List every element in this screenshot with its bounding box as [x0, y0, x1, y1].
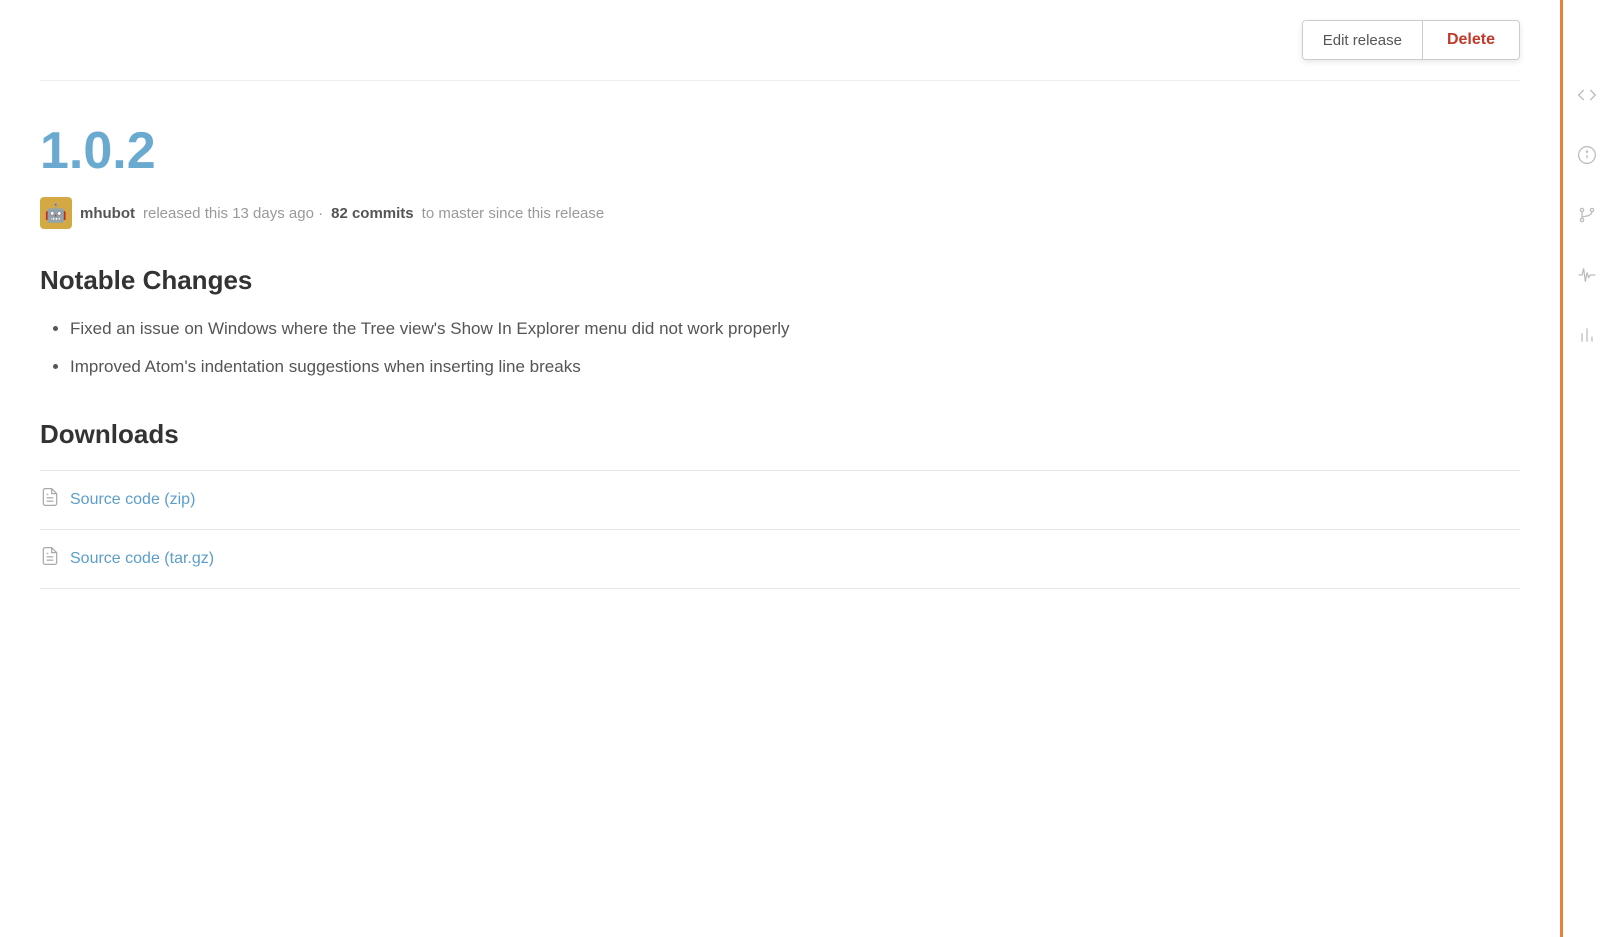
- action-buttons-group: Edit release Delete: [1302, 20, 1520, 60]
- list-item: Improved Atom's indentation suggestions …: [70, 354, 1520, 380]
- delete-button[interactable]: Delete: [1423, 21, 1519, 59]
- release-meta: 🤖 mhubot released this 13 days ago · 82 …: [40, 197, 1520, 229]
- download-zip-suffix: (zip): [160, 491, 196, 508]
- username[interactable]: mhubot: [80, 205, 135, 222]
- file-icon-2: [40, 546, 60, 572]
- downloads-title: Downloads: [40, 419, 1520, 450]
- commits-suffix: to master since this release: [422, 205, 605, 222]
- pulse-icon[interactable]: [1572, 260, 1602, 290]
- edit-release-button[interactable]: Edit release: [1303, 21, 1423, 59]
- file-icon: [40, 487, 60, 513]
- download-zip-label: Source code: [70, 491, 160, 508]
- list-item: Fixed an issue on Windows where the Tree…: [70, 316, 1520, 342]
- commits-count[interactable]: 82 commits: [331, 205, 414, 222]
- downloads-section: Downloads Source code (zip): [40, 419, 1520, 589]
- action-bar: Edit release Delete: [40, 0, 1520, 81]
- code-icon[interactable]: [1572, 80, 1602, 110]
- download-targz-link[interactable]: Source code (tar.gz): [70, 550, 214, 568]
- download-zip[interactable]: Source code (zip): [40, 470, 1520, 529]
- avatar: 🤖: [40, 197, 72, 229]
- meta-text: released this 13 days ago ·: [143, 205, 323, 222]
- notable-changes-title: Notable Changes: [40, 265, 1520, 296]
- info-icon[interactable]: [1572, 140, 1602, 170]
- stats-icon[interactable]: [1572, 320, 1602, 350]
- download-targz-label: Source code: [70, 550, 160, 567]
- changes-list: Fixed an issue on Windows where the Tree…: [40, 316, 1520, 379]
- right-sidebar: [1560, 0, 1610, 937]
- download-targz[interactable]: Source code (tar.gz): [40, 529, 1520, 589]
- download-targz-suffix: (tar.gz): [160, 550, 214, 567]
- merge-icon[interactable]: [1572, 200, 1602, 230]
- release-version: 1.0.2: [40, 121, 1520, 181]
- download-zip-link[interactable]: Source code (zip): [70, 491, 195, 509]
